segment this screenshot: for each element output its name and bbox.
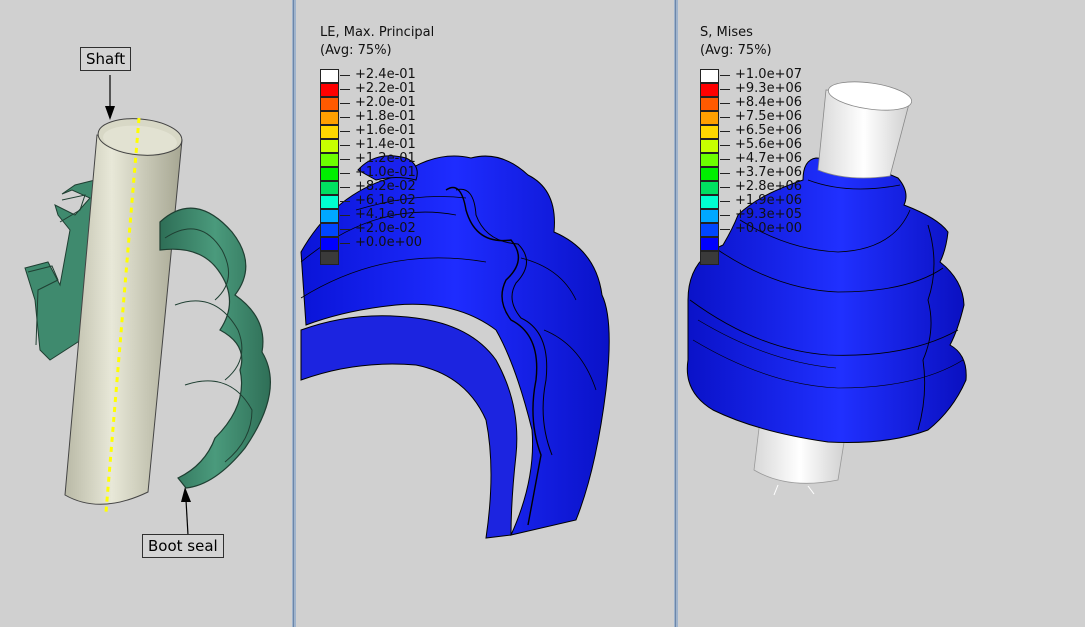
legend-color-swatch — [700, 251, 719, 265]
legend-tick — [720, 173, 730, 174]
legend-value-label: +0.0e+00 — [355, 235, 422, 250]
model-viewport[interactable] — [0, 0, 292, 627]
legend-tick — [720, 89, 730, 90]
legend-value-label: +1.0e+07 — [735, 67, 802, 82]
legend-color-swatch — [320, 153, 339, 167]
legend-tick — [720, 145, 730, 146]
legend-tick — [340, 201, 350, 202]
legend-color-swatch — [320, 209, 339, 223]
legend-variable-name: S, Mises — [700, 25, 753, 40]
legend-value-label: +1.8e-01 — [355, 109, 416, 124]
shaft-leader-arrow — [105, 75, 115, 120]
legend-color-swatch — [320, 223, 339, 237]
legend-tick — [340, 145, 350, 146]
legend-color-swatch — [320, 83, 339, 97]
legend-value-label: +7.5e+06 — [735, 109, 802, 124]
legend-tick — [720, 215, 730, 216]
strain-legend-title: LE, Max. Principal (Avg: 75%) — [320, 24, 434, 60]
legend-color-swatch — [700, 181, 719, 195]
stress-legend-title: S, Mises (Avg: 75%) — [700, 24, 772, 60]
legend-value-label: +5.6e+06 — [735, 137, 802, 152]
legend-value-label: +2.0e-01 — [355, 95, 416, 110]
legend-color-swatch — [700, 167, 719, 181]
legend-tick — [720, 103, 730, 104]
legend-value-label: +2.2e-01 — [355, 81, 416, 96]
legend-color-swatch — [320, 181, 339, 195]
legend-tick — [720, 131, 730, 132]
legend-tick — [340, 75, 350, 76]
legend-tick — [340, 215, 350, 216]
legend-color-swatch — [320, 97, 339, 111]
legend-color-swatch — [700, 125, 719, 139]
legend-tick — [340, 117, 350, 118]
legend-color-swatch — [700, 111, 719, 125]
legend-tick — [720, 229, 730, 230]
legend-tick — [720, 117, 730, 118]
legend-color-swatch — [320, 125, 339, 139]
legend-variable-name: LE, Max. Principal — [320, 25, 435, 40]
legend-value-label: +8.4e+06 — [735, 95, 802, 110]
legend-color-swatch — [320, 69, 339, 83]
shaft-callout-label: Shaft — [80, 47, 132, 71]
legend-color-swatch — [700, 83, 719, 97]
legend-value-label: +1.2e-01 — [355, 151, 416, 166]
boot-seal-callout-label: Boot seal — [142, 534, 224, 558]
shaft-upper — [817, 81, 913, 179]
boot-seal-cutaway-contour — [300, 155, 610, 539]
legend-tick — [340, 89, 350, 90]
legend-color-swatch — [700, 209, 719, 223]
legend-color-swatch — [700, 195, 719, 209]
legend-value-label: +9.3e+05 — [735, 207, 802, 222]
legend-color-swatch — [700, 223, 719, 237]
stress-contour-panel[interactable]: S, Mises (Avg: 75%) +1.0e+07 +9.3e+06 +8.4… — [678, 0, 1085, 627]
legend-value-label: +9.3e+06 — [735, 81, 802, 96]
legend-tick — [720, 187, 730, 188]
legend-tick — [720, 201, 730, 202]
legend-tick — [340, 103, 350, 104]
legend-color-swatch — [320, 195, 339, 209]
legend-color-swatch — [700, 237, 719, 251]
legend-color-swatch — [700, 153, 719, 167]
legend-color-swatch — [700, 69, 719, 83]
legend-tick — [340, 131, 350, 132]
legend-value-label: +0.0e+00 — [735, 221, 802, 236]
legend-tick — [340, 187, 350, 188]
legend-value-label: +2.8e+06 — [735, 179, 802, 194]
legend-tick — [340, 243, 350, 244]
legend-value-label: +1.0e-01 — [355, 165, 416, 180]
model-view-panel[interactable]: Shaft Boot seal — [0, 0, 292, 627]
strain-contour-panel[interactable]: LE, Max. Principal (Avg: 75%) +2.4e-01 +2… — [296, 0, 674, 627]
legend-value-label: +4.7e+06 — [735, 151, 802, 166]
legend-value-label: +1.9e+06 — [735, 193, 802, 208]
legend-value-label: +1.4e-01 — [355, 137, 416, 152]
legend-color-swatch — [700, 139, 719, 153]
legend-color-swatch — [320, 251, 339, 265]
legend-averaging-note: (Avg: 75%) — [320, 43, 392, 58]
legend-color-swatch — [320, 111, 339, 125]
legend-tick — [340, 229, 350, 230]
legend-tick — [720, 159, 730, 160]
legend-tick — [340, 173, 350, 174]
legend-value-label: +4.1e-02 — [355, 207, 416, 222]
legend-tick — [340, 159, 350, 160]
legend-tick — [720, 75, 730, 76]
legend-averaging-note: (Avg: 75%) — [700, 43, 772, 58]
legend-value-label: +8.2e-02 — [355, 179, 416, 194]
boot-seal-front — [159, 207, 271, 489]
legend-color-swatch — [320, 237, 339, 251]
strain-contour-viewport[interactable] — [296, 0, 674, 627]
legend-color-swatch — [320, 139, 339, 153]
legend-color-swatch — [700, 97, 719, 111]
legend-value-label: +2.0e-02 — [355, 221, 416, 236]
boot-seal-leader-arrow — [181, 487, 191, 536]
legend-value-label: +3.7e+06 — [735, 165, 802, 180]
legend-value-label: +6.5e+06 — [735, 123, 802, 138]
legend-value-label: +2.4e-01 — [355, 67, 416, 82]
legend-value-label: +1.6e-01 — [355, 123, 416, 138]
legend-color-swatch — [320, 167, 339, 181]
legend-value-label: +6.1e-02 — [355, 193, 416, 208]
